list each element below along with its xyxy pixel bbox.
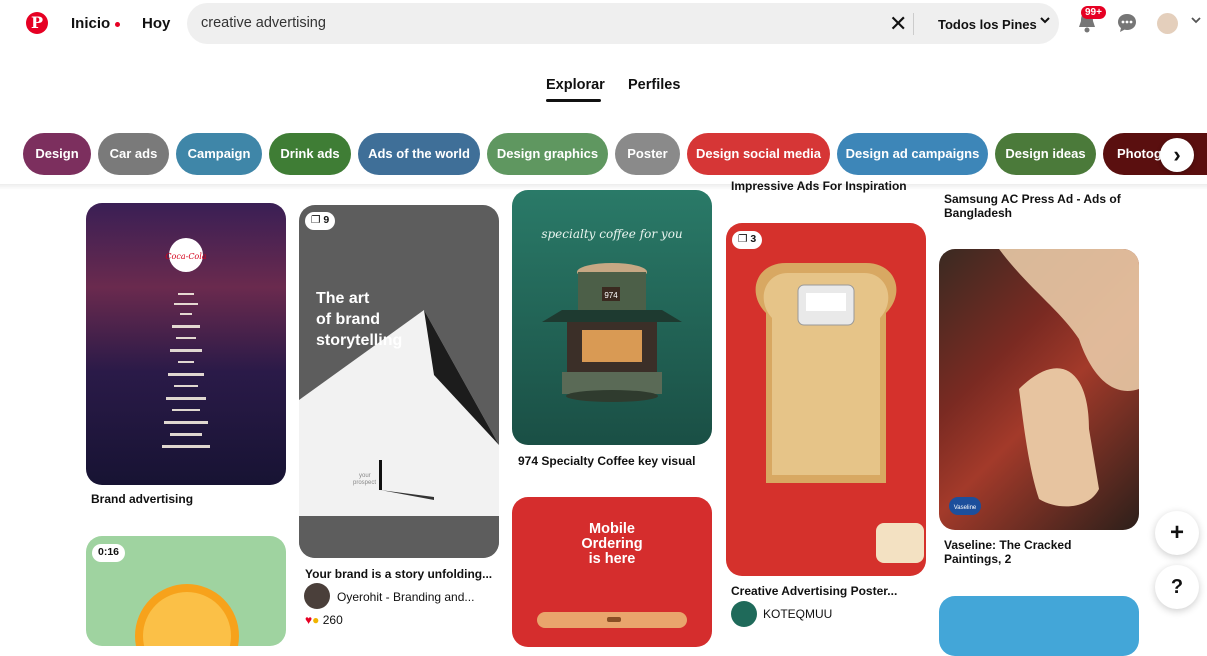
chevron-down-icon[interactable]	[1039, 14, 1051, 29]
chip-design-graphics[interactable]: Design graphics	[487, 133, 608, 175]
cracked-painting-image: Vaseline	[949, 249, 1139, 515]
clear-search-icon[interactable]: ✕	[889, 11, 907, 37]
chip-design-ad-campaigns[interactable]: Design ad campaigns	[837, 133, 988, 175]
pin-mobile-ordering[interactable]: Mobile Ordering is here	[512, 497, 712, 647]
author-avatar[interactable]	[731, 601, 757, 627]
chat-icon[interactable]	[1117, 13, 1137, 33]
pin-brand-advertising[interactable]: Coca-Cola	[86, 203, 286, 485]
video-duration: 0:16	[92, 544, 126, 562]
reactions: ♥● 260	[305, 613, 343, 627]
chip-design-ideas[interactable]: Design ideas	[995, 133, 1096, 175]
pin-title[interactable]: 974 Specialty Coffee key visual	[518, 454, 695, 468]
help-button[interactable]: ?	[1155, 565, 1199, 609]
pin-coffee[interactable]: specialty coffee for you 974	[512, 190, 712, 445]
pin-pool[interactable]	[939, 596, 1139, 656]
author-avatar[interactable]	[304, 583, 330, 609]
pin-title[interactable]: Creative Advertising Poster...	[731, 584, 897, 598]
active-tab-underline	[546, 99, 601, 102]
tab-explore[interactable]: Explorar	[546, 77, 605, 93]
author-name[interactable]: Oyerohit - Branding and...	[337, 590, 474, 604]
search-input[interactable]: creative advertising	[201, 15, 326, 31]
search-scope-dropdown[interactable]: Todos los Pines	[938, 17, 1037, 32]
pinterest-logo-icon[interactable]: P	[26, 12, 48, 34]
nav-today[interactable]: Hoy	[142, 15, 170, 32]
pin-storytelling[interactable]: your prospect The art of brand storytell…	[299, 205, 499, 558]
search-divider	[913, 13, 914, 35]
top-nav: P Inicio Hoy creative advertising ✕ Todo…	[0, 0, 1207, 48]
coffee-kiosk-image: specialty coffee for you 974	[541, 227, 683, 402]
svg-text:prospect: prospect	[353, 480, 376, 486]
chip-ads-of-the-world[interactable]: Ads of the world	[358, 133, 480, 175]
chevron-right-icon[interactable]: ›	[1160, 138, 1194, 172]
new-dot-icon	[115, 21, 121, 27]
kiosk-sign: 974	[604, 291, 618, 300]
chip-campaign[interactable]: Campaign	[176, 133, 262, 175]
account-chevron-icon[interactable]	[1190, 14, 1202, 29]
add-pin-button[interactable]: +	[1155, 511, 1199, 555]
pin-image-count: ❐ 9	[305, 212, 336, 230]
vaseline-logo: Vaseline	[954, 505, 977, 511]
nav-home-label: Inicio	[71, 15, 111, 32]
storytelling-headline: The art of brand storytelling	[316, 290, 403, 349]
tab-profiles[interactable]: Perfiles	[628, 77, 680, 93]
pin-vaseline[interactable]: Vaseline	[939, 249, 1139, 530]
coffee-tagline: specialty coffee for you	[541, 227, 682, 241]
pin-title[interactable]: Vaseline: The Cracked Paintings, 2	[944, 538, 1114, 566]
storytelling-image: your prospect	[299, 310, 499, 558]
pin-title[interactable]: Brand advertising	[91, 492, 193, 506]
coca-cola-logo: Coca-Cola	[165, 252, 206, 261]
chip-design[interactable]: Design	[23, 133, 91, 175]
coke-sunset-image: Coca-Cola	[162, 238, 210, 448]
nav-home[interactable]: Inicio	[71, 15, 121, 32]
phone-image	[537, 612, 687, 628]
bread-scale-image	[755, 263, 924, 563]
pin-title-above[interactable]: Impressive Ads For Inspiration	[731, 179, 907, 193]
pin-title[interactable]: Your brand is a story unfolding...	[305, 567, 492, 581]
wow-icon: ●	[312, 613, 320, 627]
author-name[interactable]: KOTEQMUU	[763, 607, 832, 621]
chip-drink-ads[interactable]: Drink ads	[269, 133, 351, 175]
avatar[interactable]	[1157, 13, 1178, 34]
chip-poster[interactable]: Poster	[615, 133, 680, 175]
pin-bread-scale[interactable]: ❐ 3	[726, 223, 926, 576]
chip-design-social-media[interactable]: Design social media	[687, 133, 830, 175]
search-bar[interactable]: creative advertising ✕ Todos los Pines	[187, 3, 1059, 44]
notification-badge: 99+	[1081, 6, 1106, 19]
chip-car-ads[interactable]: Car ads	[98, 133, 169, 175]
pin-image-count: ❐ 3	[732, 231, 763, 249]
pin-title[interactable]: Samsung AC Press Ad - Ads of Bangladesh	[944, 192, 1144, 220]
prospect-caption: your	[359, 473, 371, 479]
